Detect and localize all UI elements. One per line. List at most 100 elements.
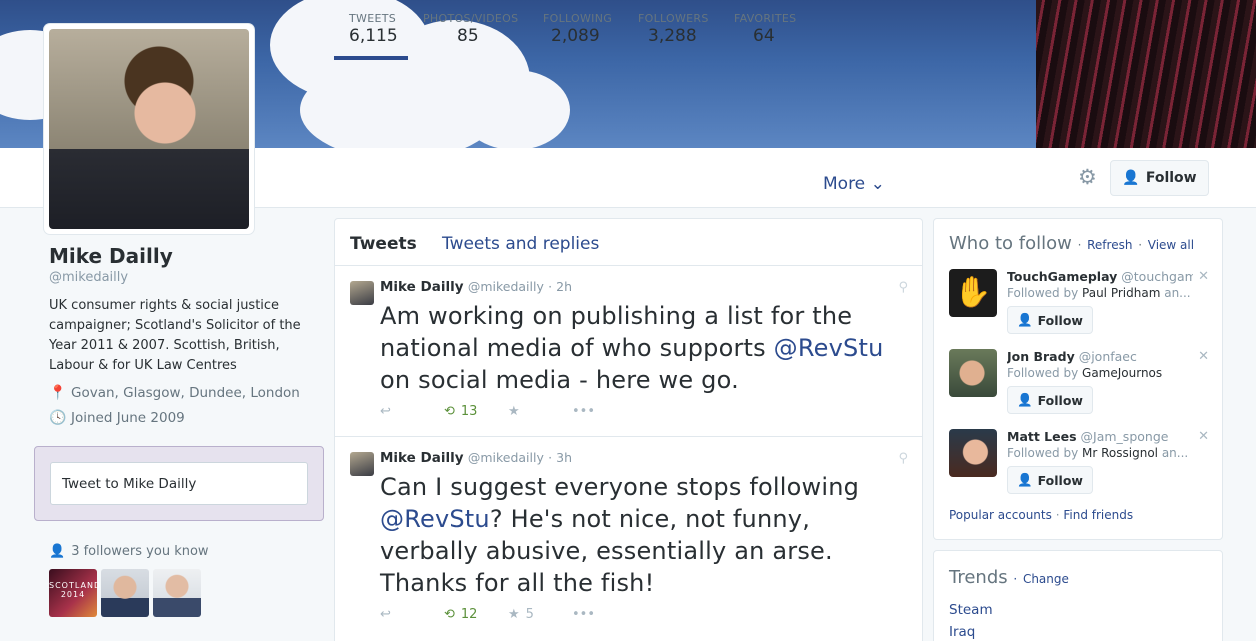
- stat-label: PHOTOS/VIDEOS: [423, 12, 519, 25]
- tweet-header: Mike Dailly @mikedailly · 3h: [380, 450, 572, 466]
- location-pin-icon[interactable]: ⚲: [898, 280, 908, 295]
- reply-icon[interactable]: ↩: [380, 404, 444, 419]
- stat-label: FOLLOWERS: [638, 12, 709, 25]
- who-to-follow: Who to follow · Refresh · View all ✋ Tou…: [933, 218, 1223, 540]
- tweet-avatar[interactable]: [350, 281, 374, 305]
- followers-you-know[interactable]: 👤 3 followers you know: [49, 544, 209, 559]
- stat-photos-videos[interactable]: PHOTOS/VIDEOS 85: [423, 12, 518, 46]
- tweet-author-handle[interactable]: @mikedailly: [468, 279, 544, 294]
- stat-followers[interactable]: FOLLOWERS 3,288: [638, 12, 709, 46]
- tweet-time[interactable]: · 2h: [548, 279, 572, 294]
- tweet-to-input[interactable]: Tweet to Mike Dailly: [50, 462, 308, 505]
- profile-name[interactable]: Mike Dailly: [49, 244, 173, 268]
- retweet-button[interactable]: ⟲ 12: [444, 607, 508, 622]
- suggestion-followed-by: Followed by Paul Pridham an...: [1007, 286, 1191, 300]
- tweet-actions: ↩ ⟲ 12 ★ 5 •••: [380, 607, 636, 622]
- tweet-to-box: Tweet to Mike Dailly: [34, 446, 324, 521]
- dismiss-icon[interactable]: ✕: [1198, 349, 1209, 364]
- follow-label: Follow: [1145, 170, 1197, 186]
- suggestion-name[interactable]: Matt Lees @Jam_sponge: [1007, 429, 1193, 444]
- stat-label: FOLLOWING: [543, 12, 613, 25]
- stat-value: 6,115: [349, 26, 398, 46]
- suggestion-follow-button[interactable]: 👤 Follow: [1007, 306, 1093, 334]
- stat-value: 64: [753, 26, 775, 46]
- chevron-down-icon: ⌄: [870, 174, 885, 194]
- suggestion-item: ✋ TouchGameplay @touchgam... Followed by…: [949, 269, 1211, 339]
- clock-icon: 🕓: [49, 410, 67, 426]
- stat-favorites[interactable]: FAVORITES 64: [734, 12, 796, 46]
- tweet-text: Am working on publishing a list for the …: [380, 302, 884, 394]
- retweet-button[interactable]: ⟲ 13: [444, 404, 508, 419]
- tweet-mention[interactable]: @RevStu: [774, 334, 884, 362]
- gear-icon[interactable]: ⚙: [1078, 166, 1100, 188]
- dismiss-icon[interactable]: ✕: [1198, 269, 1209, 284]
- timeline-tabs: Tweets Tweets and replies: [335, 219, 922, 266]
- more-options-icon[interactable]: •••: [572, 404, 636, 419]
- popular-accounts-link[interactable]: Popular accounts: [949, 508, 1052, 522]
- suggestion-follow-button[interactable]: 👤 Follow: [1007, 386, 1093, 414]
- more-label: More: [823, 174, 866, 194]
- add-user-icon: 👤: [1017, 312, 1033, 327]
- tweet-author-handle[interactable]: @mikedailly: [468, 450, 544, 465]
- tweet-author-name[interactable]: Mike Dailly: [380, 279, 464, 295]
- view-all-link[interactable]: View all: [1148, 238, 1194, 252]
- profile-location: 📍 Govan, Glasgow, Dundee, London: [49, 385, 300, 401]
- stat-value: 2,089: [551, 26, 600, 46]
- profile-handle[interactable]: @mikedailly: [49, 270, 128, 285]
- suggestion-name[interactable]: TouchGameplay @touchgam...: [1007, 269, 1193, 284]
- profile-bio: UK consumer rights & social justice camp…: [49, 298, 301, 373]
- retweet-count: 13: [460, 404, 478, 419]
- suggestion-item: Jon Brady @jonfaec Followed by GameJourn…: [949, 349, 1211, 419]
- stat-value: 3,288: [648, 26, 697, 46]
- follower-avatar[interactable]: [153, 569, 201, 617]
- hand-icon[interactable]: ✋: [949, 269, 997, 317]
- stat-value: 85: [457, 26, 479, 46]
- person-icon: 👤: [49, 544, 66, 559]
- location-pin-icon: 📍: [49, 385, 67, 401]
- add-user-icon: 👤: [1017, 472, 1033, 487]
- more-dropdown[interactable]: More ⌄: [823, 174, 885, 194]
- stat-following[interactable]: FOLLOWING 2,089: [543, 12, 612, 46]
- tab-tweets-and-replies[interactable]: Tweets and replies: [442, 234, 599, 254]
- who-to-follow-footer: Popular accounts · Find friends: [949, 508, 1134, 522]
- dismiss-icon[interactable]: ✕: [1198, 429, 1209, 444]
- find-friends-link[interactable]: Find friends: [1063, 508, 1133, 522]
- suggestion-name[interactable]: Jon Brady @jonfaec: [1007, 349, 1193, 364]
- favorite-button[interactable]: ★ 5: [508, 607, 572, 622]
- trends: Trends · Change Steam Iraq: [933, 550, 1223, 641]
- tweet-time[interactable]: · 3h: [548, 450, 572, 465]
- profile-avatar[interactable]: [44, 24, 254, 234]
- suggestion-follow-button[interactable]: 👤 Follow: [1007, 466, 1093, 494]
- suggestion-avatar[interactable]: [949, 349, 997, 397]
- location-text: Govan, Glasgow, Dundee, London: [71, 385, 300, 401]
- suggestion-item: Matt Lees @Jam_sponge Followed by Mr Ros…: [949, 429, 1211, 499]
- tweet-item[interactable]: Mike Dailly @mikedailly · 3h ⚲ Can I sug…: [335, 437, 922, 641]
- joined-text: Joined June 2009: [71, 410, 185, 426]
- tweet-author-name[interactable]: Mike Dailly: [380, 450, 464, 466]
- change-link[interactable]: Change: [1023, 572, 1069, 586]
- follower-avatar[interactable]: SCOTLAND 2014: [49, 569, 100, 617]
- tweet-item[interactable]: Mike Dailly @mikedailly · 2h ⚲ Am workin…: [335, 266, 922, 437]
- favorite-count: 5: [525, 607, 534, 622]
- refresh-link[interactable]: Refresh: [1087, 238, 1132, 252]
- retweet-count: 12: [460, 607, 478, 622]
- tweet-mention[interactable]: @RevStu: [380, 505, 490, 533]
- trends-title: Trends · Change: [949, 567, 1069, 588]
- favorite-button[interactable]: ★: [508, 404, 572, 419]
- stat-tweets[interactable]: TWEETS 6,115: [334, 12, 408, 60]
- tab-tweets[interactable]: Tweets: [350, 234, 417, 254]
- follow-button[interactable]: 👤 Follow: [1110, 160, 1209, 196]
- location-pin-icon[interactable]: ⚲: [898, 451, 908, 466]
- trend-item[interactable]: Iraq: [949, 624, 975, 640]
- suggestion-avatar[interactable]: [949, 429, 997, 477]
- follower-avatar[interactable]: [101, 569, 149, 617]
- suggestion-followed-by: Followed by GameJournos: [1007, 366, 1163, 380]
- more-options-icon[interactable]: •••: [572, 607, 636, 622]
- add-user-icon: 👤: [1122, 170, 1140, 186]
- tweet-avatar[interactable]: [350, 452, 374, 476]
- reply-icon[interactable]: ↩: [380, 607, 444, 622]
- timeline: Tweets Tweets and replies Mike Dailly @m…: [334, 218, 923, 641]
- star-icon: ★: [508, 607, 520, 622]
- trend-item[interactable]: Steam: [949, 602, 993, 618]
- tweet-header: Mike Dailly @mikedailly · 2h: [380, 279, 572, 295]
